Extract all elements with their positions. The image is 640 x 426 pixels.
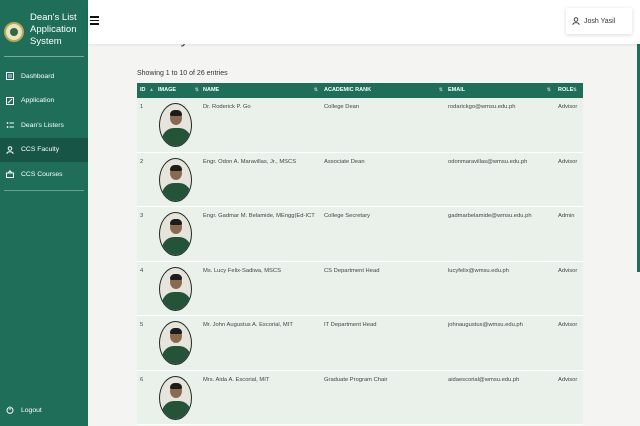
row-rank: CS Department Head bbox=[324, 267, 380, 274]
row-email: gadmarbelamide@wmsu.edu.ph bbox=[448, 213, 532, 219]
user-icon bbox=[572, 17, 580, 25]
table-row: 3 Engr. Gadmar M. Belamide, MEngg(Ed-ICT… bbox=[137, 207, 583, 262]
faculty-photo bbox=[159, 103, 192, 147]
table-body: 1 Dr. Roderick P. Go College Dean rodari… bbox=[137, 98, 583, 425]
sort-icon: ▲ bbox=[149, 87, 154, 93]
row-name: Mr. John Augustus A. Escorial, MIT bbox=[203, 322, 293, 328]
top-bar: Josh Yasil bbox=[88, 0, 640, 44]
app-title: Dean's List Application System bbox=[30, 12, 77, 48]
faculty-photo bbox=[159, 321, 192, 365]
row-name: Engr. Odon A. Maravillas, Jr., MSCS bbox=[203, 158, 297, 165]
row-name: Engr. Gadmar M. Belamide, MEngg(Ed-ICT bbox=[203, 213, 315, 219]
row-rank: College Secretary bbox=[324, 213, 371, 219]
row-role: Advisor bbox=[558, 267, 578, 274]
row-name: Ms. Lucy Felix-Sadiwa, MSCS bbox=[203, 267, 281, 274]
sidebar-divider bbox=[4, 56, 84, 57]
row-role: Advisor bbox=[558, 376, 578, 383]
row-email: rodarickgo@wmsu.edu.ph bbox=[448, 104, 516, 110]
sidebar-item-label: CCS Faculty bbox=[21, 146, 60, 154]
edit-icon bbox=[6, 96, 14, 105]
row-email: aidaescorial@wmsu.edu.ph bbox=[448, 376, 520, 383]
sidebar-item-application[interactable]: Application bbox=[0, 89, 88, 114]
course-icon bbox=[6, 170, 14, 179]
table-row: 5 Mr. John Augustus A. Escorial, MIT IT … bbox=[137, 316, 583, 371]
row-role: Advisor bbox=[558, 322, 578, 328]
sort-icon: ⇅ bbox=[194, 87, 199, 93]
sidebar: Dean's List Application System Dashboard… bbox=[0, 0, 88, 426]
row-name: Mrs. Aida A. Escorial, MIT bbox=[203, 376, 270, 383]
row-rank: College Dean bbox=[324, 104, 360, 110]
table-row: 4 Ms. Lucy Felix-Sadiwa, MSCS CS Departm… bbox=[137, 262, 583, 316]
logout-label: Logout bbox=[21, 406, 42, 414]
row-id: 6 bbox=[140, 376, 144, 383]
row-email: odonmaravillas@wmsu.edu.ph bbox=[448, 158, 528, 165]
table-row: 6 Mrs. Aida A. Escorial, MIT Graduate Pr… bbox=[137, 371, 583, 425]
row-rank: IT Department Head bbox=[324, 322, 377, 328]
row-email: lucyfelix@wmsu.edu.ph bbox=[448, 267, 509, 274]
column-header-name[interactable]: NAME ⇅ bbox=[203, 83, 321, 98]
sidebar-item-ccs-faculty[interactable]: CCS Faculty bbox=[0, 137, 88, 162]
sort-icon: ⇅ bbox=[572, 87, 577, 93]
sidebar-item-label: Dashboard bbox=[21, 72, 55, 80]
row-id: 4 bbox=[140, 267, 144, 274]
faculty-photo bbox=[159, 157, 192, 202]
column-header-id[interactable]: ID ▲ bbox=[140, 83, 157, 98]
table-row: 2 Engr. Odon A. Maravillas, Jr., MSCS As… bbox=[137, 153, 583, 207]
brand: Dean's List Application System bbox=[0, 0, 88, 58]
row-id: 2 bbox=[140, 158, 144, 165]
row-rank: Graduate Program Chair bbox=[324, 376, 388, 383]
row-role: Admin bbox=[558, 213, 575, 219]
app-title-line-3: System bbox=[30, 36, 62, 47]
user-icon bbox=[6, 145, 14, 154]
entries-info: Showing 1 to 10 of 26 entries bbox=[137, 70, 228, 77]
row-role: Advisor bbox=[558, 158, 578, 165]
user-name: Josh Yasil bbox=[584, 17, 616, 25]
row-rank: Associate Dean bbox=[324, 158, 365, 165]
logout-button[interactable]: Logout bbox=[0, 398, 88, 423]
sort-icon: ⇅ bbox=[546, 87, 551, 93]
logout-icon bbox=[6, 406, 14, 415]
user-menu[interactable]: Josh Yasil bbox=[566, 8, 632, 34]
table-header: ID ▲ IMAGE ⇅ NAME ⇅ ACADEMIC RANK ⇅ EMAIL ⇅ R… bbox=[137, 83, 583, 98]
row-id: 3 bbox=[140, 213, 144, 219]
dashboard-icon bbox=[6, 72, 14, 81]
app-title-line-1: Dean's List bbox=[30, 12, 77, 23]
table-row: 1 Dr. Roderick P. Go College Dean rodari… bbox=[137, 98, 583, 153]
sidebar-item-deans-listers[interactable]: Dean's Listers bbox=[0, 113, 88, 138]
faculty-photo bbox=[159, 212, 192, 256]
row-role: Advisor bbox=[558, 104, 578, 110]
sort-icon: ⇅ bbox=[313, 87, 318, 93]
sidebar-nav: Dashboard Application Dean's Listers CCS… bbox=[0, 64, 88, 187]
sidebar-item-dashboard[interactable]: Dashboard bbox=[0, 64, 88, 89]
sidebar-item-label: Application bbox=[21, 97, 55, 105]
column-header-image[interactable]: IMAGE ⇅ bbox=[158, 83, 202, 98]
sidebar-divider-bottom bbox=[4, 190, 84, 191]
row-id: 1 bbox=[140, 104, 144, 110]
row-id: 5 bbox=[140, 322, 144, 328]
column-header-email[interactable]: EMAIL ⇅ bbox=[448, 83, 554, 98]
column-header-role[interactable]: ROLE ⇅ bbox=[558, 83, 580, 98]
row-name: Dr. Roderick P. Go bbox=[203, 104, 251, 110]
sidebar-item-label: CCS Courses bbox=[21, 170, 63, 178]
sort-icon: ⇅ bbox=[438, 87, 443, 93]
list-icon bbox=[6, 121, 14, 129]
faculty-table: ID ▲ IMAGE ⇅ NAME ⇅ ACADEMIC RANK ⇅ EMAIL ⇅ R… bbox=[137, 83, 583, 425]
faculty-photo bbox=[159, 266, 192, 311]
faculty-photo bbox=[159, 375, 192, 420]
column-header-academic-rank[interactable]: ACADEMIC RANK ⇅ bbox=[324, 83, 446, 98]
menu-toggle-icon[interactable] bbox=[90, 16, 99, 25]
sidebar-item-label: Dean's Listers bbox=[21, 121, 64, 129]
sidebar-item-ccs-courses[interactable]: CCS Courses bbox=[0, 162, 88, 187]
app-title-line-2: Application bbox=[30, 24, 77, 35]
university-logo-icon bbox=[4, 22, 24, 42]
row-email: johnaugustus@wmsu.edu.ph bbox=[448, 322, 523, 328]
